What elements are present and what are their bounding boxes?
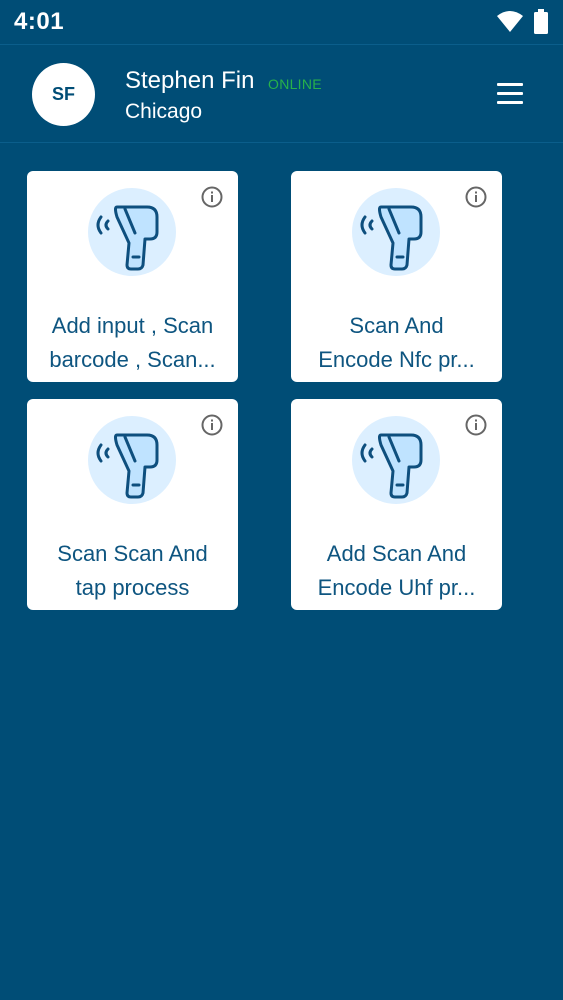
process-card[interactable]: Add input , Scan barcode , Scan... — [27, 171, 238, 382]
card-label-line1: Scan And — [349, 313, 444, 338]
battery-icon — [534, 9, 548, 34]
process-card[interactable]: Scan Scan And tap process — [27, 399, 238, 610]
hamburger-menu-icon[interactable] — [494, 79, 526, 109]
user-name: Stephen Fin — [125, 67, 255, 94]
wifi-icon: 4 — [497, 11, 523, 34]
card-label-line1: Scan Scan And — [57, 541, 208, 566]
process-card-label: Add Scan And Encode Uhf pr... — [299, 537, 494, 605]
card-label-line2: Encode Nfc pr... — [318, 347, 475, 372]
barcode-scanner-icon — [88, 188, 176, 276]
process-card-label: Scan And Encode Nfc pr... — [299, 309, 494, 377]
avatar[interactable]: SF — [32, 63, 95, 126]
info-icon[interactable] — [200, 185, 224, 209]
card-label-line2: tap process — [75, 575, 190, 600]
info-icon[interactable] — [464, 413, 488, 437]
info-icon[interactable] — [200, 413, 224, 437]
network-badge: 4 — [515, 22, 522, 34]
status-time: 4:01 — [14, 8, 65, 35]
user-location: Chicago — [125, 100, 203, 123]
barcode-scanner-icon — [88, 416, 176, 504]
status-bar: 4:01 4 — [0, 0, 563, 44]
process-card-label: Add input , Scan barcode , Scan... — [35, 309, 230, 377]
online-status-badge: ONLINE — [268, 76, 322, 92]
process-card[interactable]: Scan And Encode Nfc pr... — [291, 171, 502, 382]
process-card-label: Scan Scan And tap process — [35, 537, 230, 605]
process-card[interactable]: Add Scan And Encode Uhf pr... — [291, 399, 502, 610]
card-label-line2: Encode Uhf pr... — [317, 575, 476, 600]
barcode-scanner-icon — [352, 188, 440, 276]
card-label-line1: Add input , Scan — [51, 313, 214, 338]
card-label-line2: barcode , Scan... — [49, 347, 216, 372]
user-header: SF Stephen Fin ONLINE Chicago — [0, 44, 563, 143]
info-icon[interactable] — [464, 185, 488, 209]
card-label-line1: Add Scan And — [326, 541, 467, 566]
barcode-scanner-icon — [352, 416, 440, 504]
